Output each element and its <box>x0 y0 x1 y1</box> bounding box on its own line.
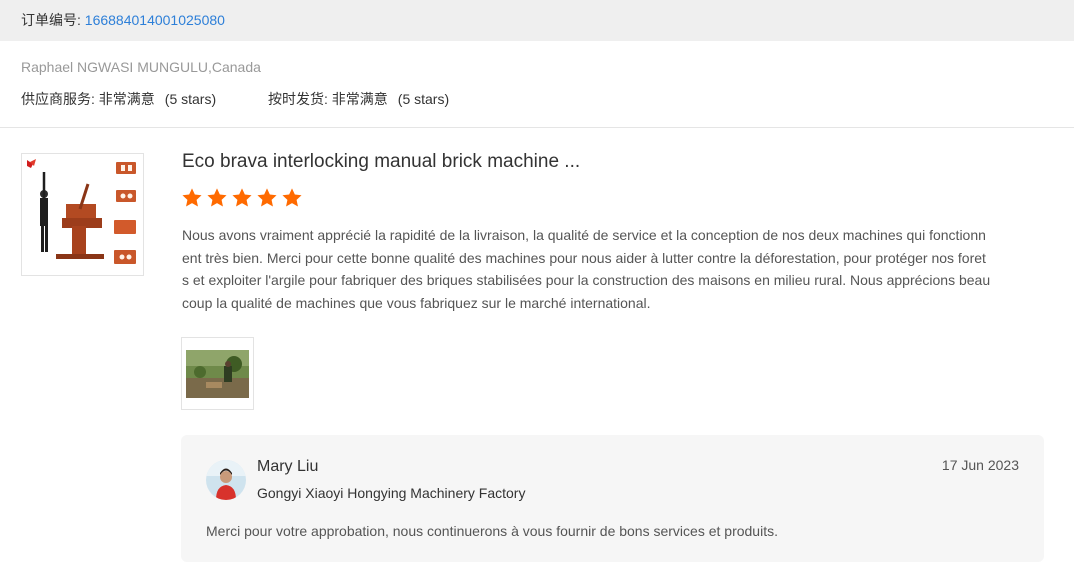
supplier-service-rating: 供应商服务: 非常满意 (5 stars) <box>21 89 216 109</box>
section-divider <box>0 127 1074 128</box>
supplier-service-stars: (5 stars) <box>164 91 217 107</box>
review-star-rating <box>181 187 303 209</box>
star-icon <box>232 188 252 207</box>
on-time-value: 非常满意 <box>331 91 388 107</box>
product-thumbnail[interactable] <box>21 153 144 276</box>
on-time-stars: (5 stars) <box>397 91 450 107</box>
brick-machine-image <box>22 154 143 275</box>
review-text: Nous avons vraiment apprécié la rapidité… <box>182 227 991 311</box>
supplier-service-label: 供应商服务: <box>21 91 99 107</box>
on-time-label: 按时发货: <box>268 91 332 107</box>
review-photo[interactable] <box>181 337 254 410</box>
ratings-row: 供应商服务: 非常满意 (5 stars) 按时发货: 非常满意 (5 stars) <box>21 89 449 109</box>
reply-author-name: Mary Liu <box>257 458 319 475</box>
avatar <box>206 460 246 500</box>
order-header: 订单编号: 166884014001025080 <box>0 0 1074 41</box>
star-icon <box>207 188 227 207</box>
order-number-row: 订单编号: 166884014001025080 <box>21 10 225 30</box>
star-icon <box>282 188 302 207</box>
reply-date: 17 Jun 2023 <box>941 457 1019 473</box>
star-icon <box>182 188 202 207</box>
supplier-reply: Mary Liu Gongyi Xiaoyi Hongying Machiner… <box>181 435 1044 562</box>
supplier-avatar-image <box>206 460 246 500</box>
product-title[interactable]: Eco brava interlocking manual brick mach… <box>182 151 580 173</box>
supplier-service-value: 非常满意 <box>98 91 155 107</box>
on-time-delivery-rating: 按时发货: 非常满意 (5 stars) <box>268 89 449 109</box>
buyer-name-country: Raphael NGWASI MUNGULU,Canada <box>21 59 261 75</box>
review-photo-image <box>186 342 249 405</box>
star-icon <box>257 188 277 207</box>
order-number-link[interactable]: 166884014001025080 <box>85 12 225 28</box>
order-number-label: 订单编号: <box>21 12 85 28</box>
reply-company-name: Gongyi Xiaoyi Hongying Machinery Factory <box>257 485 526 501</box>
reply-text: Merci pour votre approbation, nous conti… <box>206 523 778 539</box>
